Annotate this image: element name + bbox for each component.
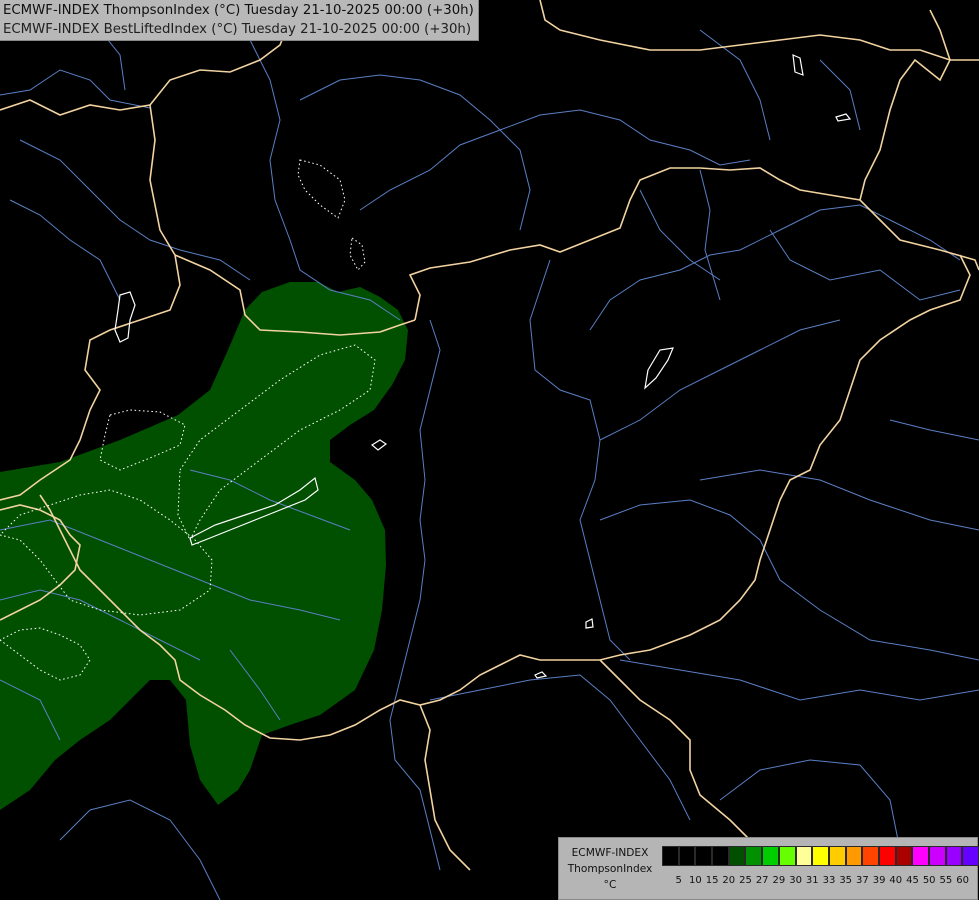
legend-swatch: [778, 846, 796, 866]
legend-tick-label: 20: [722, 875, 736, 886]
legend-unit-label: °C: [603, 879, 617, 891]
legend-tick-label: 40: [889, 875, 903, 886]
legend-swatch: [845, 846, 863, 866]
legend-swatch: [878, 846, 896, 866]
legend-swatch: [895, 846, 913, 866]
legend-tick-label: 55: [939, 875, 953, 886]
weather-map: [0, 0, 979, 900]
legend-swatch: [812, 846, 829, 866]
legend-tick-label: 35: [839, 875, 853, 886]
color-legend: ECMWF-INDEX ThompsonIndex °C 5 10 15 20 25 27…: [558, 837, 979, 900]
legend-swatch: [828, 846, 846, 866]
legend-tick-label: 27: [755, 875, 769, 886]
legend-swatch: [912, 846, 929, 866]
legend-swatch: [695, 846, 713, 866]
legend-tick-label: 25: [739, 875, 752, 886]
legend-tick-label: 39: [872, 875, 886, 886]
legend-swatch: [745, 846, 763, 866]
legend-swatch: [795, 846, 813, 866]
map-title-box: ECMWF-INDEX ThompsonIndex (°C) Tuesday 2…: [0, 0, 479, 41]
legend-swatch: [762, 846, 779, 866]
legend-tick-label: 5: [675, 875, 682, 886]
legend-tick-label: 45: [906, 875, 919, 886]
legend-swatch: [712, 846, 729, 866]
legend-swatch: [662, 846, 679, 866]
title-best-lifted-index: ECMWF-INDEX BestLiftedIndex (°C) Tuesday…: [3, 22, 472, 37]
legend-swatch: [929, 846, 946, 866]
legend-tick-label: 60: [956, 875, 969, 886]
legend-swatch: [962, 846, 979, 866]
legend-tick-label: 30: [789, 875, 802, 886]
legend-swatch: [728, 846, 746, 866]
legend-tick-label: 33: [822, 875, 836, 886]
legend-tick-label: 29: [772, 875, 786, 886]
legend-tick-label: 37: [856, 875, 869, 886]
legend-swatch: [678, 846, 696, 866]
legend-model-label: ECMWF-INDEX: [571, 847, 649, 859]
legend-tick-labels: 5 10 15 20 25 27 29 30 31 33 35 37 39 40 45 50 55 60: [662, 875, 979, 889]
legend-tick-label: 15: [705, 875, 719, 886]
legend-tick-label: 50: [922, 875, 936, 886]
legend-tick-label: 31: [805, 875, 819, 886]
legend-tick-label: 10: [689, 875, 702, 886]
legend-color-swatches: [662, 846, 979, 866]
title-thompson-index: ECMWF-INDEX ThompsonIndex (°C) Tuesday 2…: [3, 3, 474, 18]
legend-swatch: [862, 846, 879, 866]
legend-swatch: [945, 846, 963, 866]
legend-parameter-label: ThompsonIndex: [567, 863, 653, 875]
